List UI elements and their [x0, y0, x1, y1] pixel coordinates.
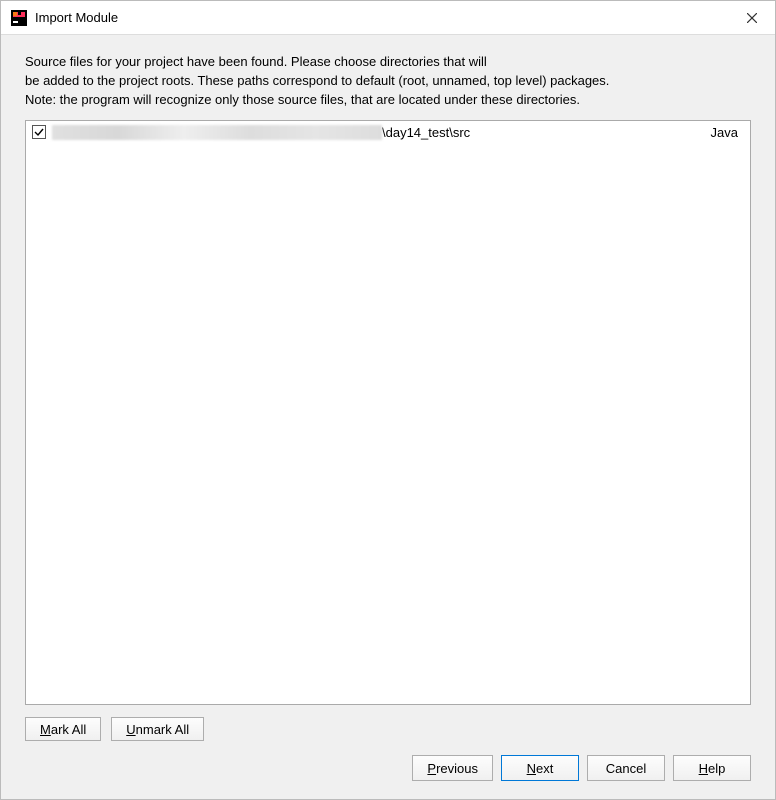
- source-directories-list[interactable]: \day14_test\src Java: [25, 120, 751, 705]
- import-module-dialog: Import Module Source files for your proj…: [0, 0, 776, 800]
- previous-button[interactable]: Previous: [412, 755, 493, 781]
- mark-button-row: Mark All Unmark All: [25, 705, 751, 755]
- source-checkbox[interactable]: [32, 125, 46, 139]
- source-directory-row[interactable]: \day14_test\src Java: [26, 121, 750, 144]
- description-text: Source files for your project have been …: [25, 53, 751, 110]
- source-language: Java: [711, 125, 740, 140]
- dialog-footer: Previous Next Cancel Help: [1, 755, 775, 799]
- mark-all-button[interactable]: Mark All: [25, 717, 101, 741]
- help-button[interactable]: Help: [673, 755, 751, 781]
- description-line-1: Source files for your project have been …: [25, 53, 751, 72]
- titlebar: Import Module: [1, 1, 775, 35]
- next-button[interactable]: Next: [501, 755, 579, 781]
- close-icon: [747, 13, 757, 23]
- description-line-3: Note: the program will recognize only th…: [25, 91, 751, 110]
- intellij-icon: [11, 10, 27, 26]
- dialog-content: Source files for your project have been …: [1, 35, 775, 755]
- unmark-all-button[interactable]: Unmark All: [111, 717, 204, 741]
- window-title: Import Module: [35, 10, 729, 25]
- description-line-2: be added to the project roots. These pat…: [25, 72, 751, 91]
- redacted-path-segment: [52, 125, 382, 140]
- source-path-visible: \day14_test\src: [382, 125, 711, 140]
- cancel-button[interactable]: Cancel: [587, 755, 665, 781]
- checkmark-icon: [34, 127, 44, 137]
- close-button[interactable]: [729, 1, 775, 34]
